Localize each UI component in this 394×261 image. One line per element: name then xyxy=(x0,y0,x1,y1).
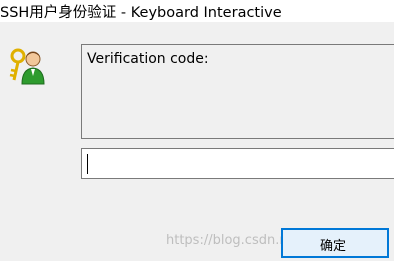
key-user-icon xyxy=(9,46,47,88)
ok-button[interactable]: 确定 xyxy=(281,228,389,258)
prompt-label: Verification code: xyxy=(87,51,209,67)
title-bar: SSH用户身份验证 - Keyboard Interactive xyxy=(0,0,394,22)
text-caret xyxy=(87,154,88,174)
window-title: SSH用户身份验证 - Keyboard Interactive xyxy=(0,5,282,21)
prompt-box: Verification code: xyxy=(81,44,394,139)
verification-code-input[interactable] xyxy=(81,148,394,179)
ok-button-label: 确定 xyxy=(320,239,347,254)
ssh-auth-dialog: SSH用户身份验证 - Keyboard Interactive Verific… xyxy=(0,0,394,261)
